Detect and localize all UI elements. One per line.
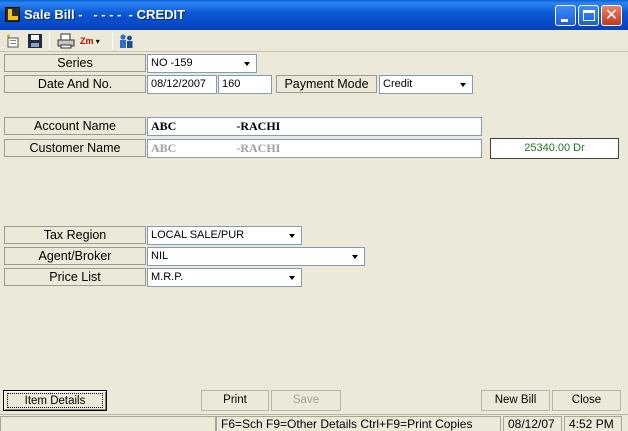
status-empty-cell	[0, 416, 216, 431]
zoom-icon[interactable]: Zm ▾	[80, 33, 112, 49]
window-title: Sale Bill - - - - - - CREDIT	[24, 7, 186, 22]
minimize-icon	[561, 19, 568, 22]
maximize-button[interactable]	[578, 5, 599, 26]
chevron-down-icon[interactable]	[348, 249, 363, 264]
series-label: Series	[4, 54, 146, 72]
item-details-label: Item Details	[7, 393, 103, 408]
tax-region-label: Tax Region	[4, 226, 146, 244]
tax-region-value: LOCAL SALE/PUR	[151, 229, 245, 241]
customer-name-label: Customer Name	[4, 139, 146, 157]
payment-mode-value: Credit	[383, 78, 413, 90]
customer-name-field[interactable]: ABC -RACHI	[147, 139, 482, 158]
users-icon[interactable]	[117, 33, 135, 49]
maximize-icon	[583, 10, 595, 21]
title-bar[interactable]: Sale Bill - - - - - - CREDIT ✕	[0, 0, 628, 30]
close-button[interactable]: Close	[552, 390, 621, 411]
bill-number-field[interactable]: 160	[218, 75, 272, 94]
status-date: 08/12/07	[503, 416, 562, 431]
save-button[interactable]: Save	[271, 390, 341, 411]
status-hints: F6=Sch F9=Other Details Ctrl+F9=Print Co…	[216, 416, 501, 431]
status-bar: F6=Sch F9=Other Details Ctrl+F9=Print Co…	[0, 414, 628, 431]
price-list-select[interactable]: M.R.P.	[147, 268, 302, 287]
chevron-down-icon[interactable]	[285, 270, 300, 285]
new-bill-label: New Bill	[494, 394, 537, 406]
close-window-button[interactable]: ✕	[601, 5, 622, 26]
series-select[interactable]: NO -159	[147, 54, 257, 73]
save-icon[interactable]	[27, 33, 43, 49]
payment-mode-select[interactable]: Credit	[379, 75, 473, 94]
close-icon: ✕	[604, 7, 619, 24]
date-no-label: Date And No.	[4, 75, 146, 93]
price-list-label: Price List	[4, 268, 146, 286]
series-value: NO -159	[151, 57, 193, 69]
account-name-field[interactable]: ABC -RACHI	[147, 117, 482, 136]
new-icon[interactable]	[5, 33, 21, 49]
print-label: Print	[223, 394, 247, 406]
status-time: 4:52 PM	[564, 416, 622, 431]
tax-region-select[interactable]: LOCAL SALE/PUR	[147, 226, 302, 245]
agent-broker-select[interactable]: NIL	[147, 247, 365, 266]
close-label: Close	[571, 394, 602, 406]
price-list-value: M.R.P.	[151, 271, 184, 283]
agent-broker-value: NIL	[151, 250, 169, 262]
minimize-button[interactable]	[555, 5, 576, 26]
zoom-label: Zm	[80, 36, 94, 46]
account-name-label: Account Name	[4, 117, 146, 135]
new-bill-button[interactable]: New Bill	[481, 390, 550, 411]
account-balance: 25340.00 Dr	[490, 138, 619, 159]
chevron-down-icon[interactable]	[285, 228, 300, 243]
print-preview-icon[interactable]	[57, 33, 75, 49]
print-button[interactable]: Print	[201, 390, 269, 411]
bill-date-field[interactable]: 08/12/2007	[147, 75, 217, 94]
chevron-down-icon[interactable]	[240, 56, 255, 71]
save-label: Save	[292, 394, 320, 406]
payment-mode-label: Payment Mode	[276, 75, 377, 93]
app-logo-icon	[5, 7, 20, 22]
chevron-down-icon[interactable]	[456, 77, 471, 92]
agent-broker-label: Agent/Broker	[4, 247, 146, 265]
toolbar: Zm ▾	[0, 30, 628, 52]
item-details-button[interactable]: Item Details	[3, 390, 107, 411]
